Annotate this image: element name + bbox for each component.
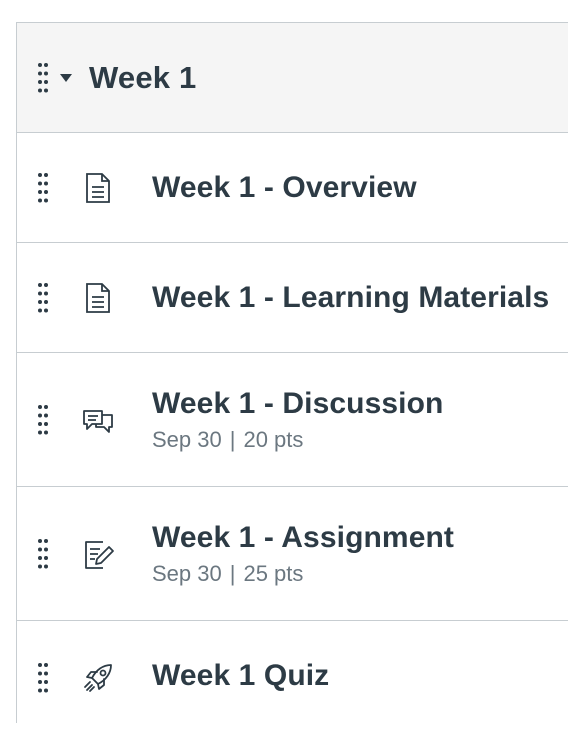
item-meta: Sep 30 | 20 pts — [152, 427, 443, 453]
meta-separator: | — [229, 426, 236, 452]
drag-handle-icon[interactable] — [37, 404, 49, 436]
module-item-learning-materials[interactable]: Week 1 - Learning Materials — [17, 243, 568, 353]
module: Week 1 Week 1 - Overview Week 1 - Learni… — [16, 22, 568, 723]
item-title[interactable]: Week 1 - Learning Materials — [152, 281, 549, 315]
drag-handle-icon[interactable] — [37, 282, 49, 314]
item-title[interactable]: Week 1 - Assignment — [152, 521, 454, 555]
page-icon — [86, 172, 110, 203]
due-date: Sep 30 — [152, 560, 222, 586]
item-content: Week 1 - Learning Materials — [152, 281, 549, 315]
module-item-quiz[interactable]: Week 1 Quiz — [17, 621, 568, 730]
quiz-rocket-icon — [84, 664, 112, 692]
item-content: Week 1 - Discussion Sep 30 | 20 pts — [152, 387, 443, 453]
module-item-overview[interactable]: Week 1 - Overview — [17, 133, 568, 243]
item-content: Week 1 - Overview — [152, 171, 417, 205]
points: 25 pts — [243, 560, 304, 586]
drag-handle-icon[interactable] — [37, 172, 49, 204]
module-title[interactable]: Week 1 — [89, 60, 196, 96]
assignment-icon — [85, 540, 114, 569]
item-title[interactable]: Week 1 - Overview — [152, 171, 417, 205]
drag-handle-icon[interactable] — [37, 538, 49, 570]
discussion-icon — [83, 409, 113, 433]
item-meta: Sep 30 | 25 pts — [152, 561, 454, 587]
module-header[interactable]: Week 1 — [17, 23, 568, 133]
item-content: Week 1 Quiz — [152, 659, 329, 693]
due-date: Sep 30 — [152, 426, 222, 452]
module-item-discussion[interactable]: Week 1 - Discussion Sep 30 | 20 pts — [17, 353, 568, 487]
points: 20 pts — [243, 426, 304, 452]
module-item-assignment[interactable]: Week 1 - Assignment Sep 30 | 25 pts — [17, 487, 568, 621]
page-icon — [86, 282, 110, 313]
drag-handle-icon[interactable] — [37, 662, 49, 694]
item-title[interactable]: Week 1 Quiz — [152, 659, 329, 693]
meta-separator: | — [229, 560, 236, 586]
item-title[interactable]: Week 1 - Discussion — [152, 387, 443, 421]
item-content: Week 1 - Assignment Sep 30 | 25 pts — [152, 521, 454, 587]
caret-down-icon[interactable] — [59, 73, 73, 83]
drag-handle-icon[interactable] — [37, 62, 49, 94]
